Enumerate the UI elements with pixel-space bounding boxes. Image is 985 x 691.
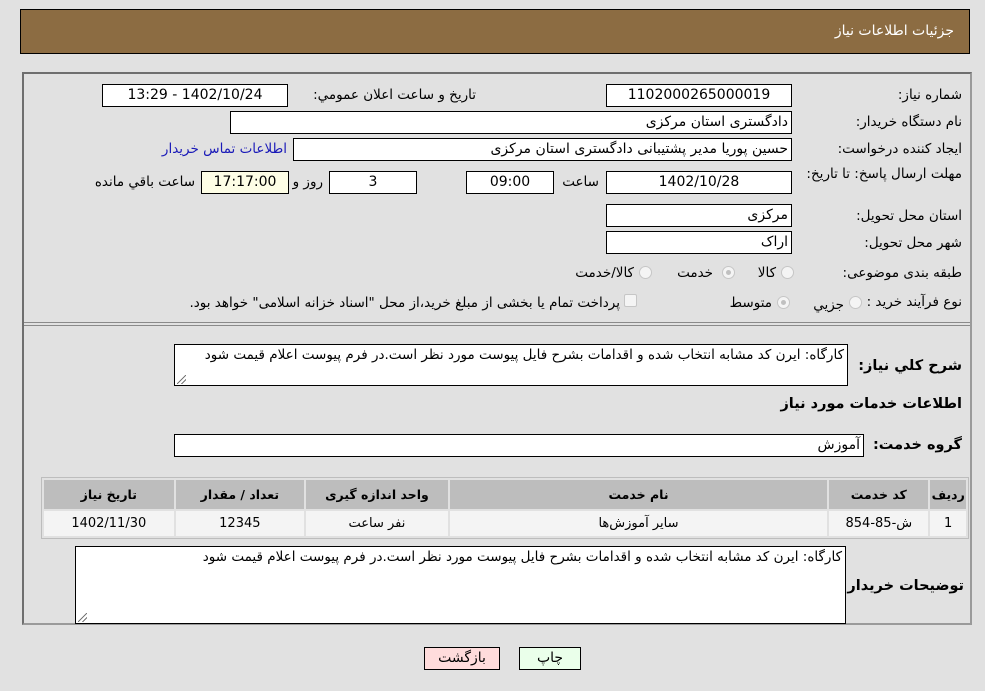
back-button[interactable]: بازگشت [424, 647, 500, 670]
description-textarea[interactable]: کارگاه: ایرن کد مشابه انتخاب شده و اقدام… [174, 344, 848, 386]
cell-quantity: 12345 [175, 511, 305, 536]
service-group-label: گروه خدمت: [872, 437, 962, 453]
description-label: شرح کلي نياز: [858, 358, 962, 374]
remaining-days-label: روز و [292, 174, 323, 190]
resize-grip-icon[interactable] [78, 613, 87, 622]
need-number-field: 1102000265000019 [606, 84, 792, 107]
section-divider [24, 325, 970, 326]
col-need-date: تاريخ نياز [44, 480, 174, 509]
treasury-note: پرداخت تمام يا بخشی از مبلغ خريد،از محل … [189, 295, 620, 311]
buyer-org-field: دادگستری استان مرکزی [230, 111, 792, 134]
buyer-notes-label: توضيحات خريدار: [841, 578, 964, 594]
purchase-option-minor: جزيي [813, 297, 844, 313]
announce-datetime-field: 1402/10/24 - 13:29 [102, 84, 288, 107]
treasury-checkbox[interactable] [624, 294, 637, 307]
page-title: جزئیات اطلاعات نیاز [834, 23, 954, 39]
need-number-label: شماره نیاز: [897, 87, 962, 103]
purchase-radio-medium[interactable] [777, 296, 790, 309]
delivery-province-field: مرکزی [606, 204, 792, 227]
deadline-time-label: ساعت [562, 174, 599, 190]
deadline-date-field: 1402/10/28 [606, 171, 792, 194]
page-header: جزئیات اطلاعات نیاز [20, 9, 970, 54]
description-text: کارگاه: ایرن کد مشابه انتخاب شده و اقدام… [204, 347, 844, 363]
col-unit: واحد اندازه گيری [306, 480, 448, 509]
col-service-code: کد خدمت [829, 480, 929, 509]
cell-unit: نفر ساعت [306, 511, 448, 536]
cell-need-date: 1402/11/30 [44, 511, 174, 536]
deadline-label: مهلت ارسال پاسخ: تا تاريخ: [806, 166, 962, 182]
category-option-service: خدمت [677, 265, 713, 281]
category-radio-goods[interactable] [781, 266, 794, 279]
need-details-panel: شماره نیاز: 1102000265000019 تاريخ و ساع… [22, 72, 972, 625]
category-option-goods-service: کالا/خدمت [575, 265, 634, 281]
category-option-goods: کالا [757, 265, 776, 281]
buyer-contact-link[interactable]: اطلاعات تماس خريدار [162, 141, 287, 157]
table-row: 1 ش-85-854 سایر آموزش‌ها نفر ساعت 12345 … [44, 511, 966, 536]
remaining-time-label: ساعت باقي مانده [94, 174, 195, 190]
cell-row-number: 1 [930, 511, 966, 536]
creator-label: ايجاد کننده درخواست: [837, 141, 962, 157]
table-header-row: رديف کد خدمت نام خدمت واحد اندازه گيری ت… [44, 480, 966, 509]
remaining-days-field: 3 [329, 171, 417, 194]
category-radio-goods-service[interactable] [639, 266, 652, 279]
category-radio-service[interactable] [722, 266, 735, 279]
cell-service-name: سایر آموزش‌ها [449, 511, 828, 536]
buyer-notes-textarea[interactable]: کارگاه: ایرن کد مشابه انتخاب شده و اقدام… [75, 546, 846, 624]
section-divider [24, 322, 970, 323]
buyer-org-label: نام دستگاه خريدار: [855, 114, 962, 130]
col-service-name: نام خدمت [449, 480, 828, 509]
print-button[interactable]: چاپ [519, 647, 581, 670]
services-section-title: اطلاعات خدمات مورد نياز [780, 396, 962, 412]
purchase-type-label: نوع فرآيند خريد : [866, 294, 962, 310]
deadline-time-field: 09:00 [466, 171, 554, 194]
creator-field: حسین پوریا مدیر پشتیبانی دادگستری استان … [293, 138, 792, 161]
buyer-notes-text: کارگاه: ایرن کد مشابه انتخاب شده و اقدام… [202, 549, 842, 565]
announce-datetime-label: تاريخ و ساعت اعلان عمومي: [313, 87, 476, 103]
col-row-number: رديف [930, 480, 966, 509]
service-group-field: آموزش [174, 434, 864, 457]
delivery-city-field: اراک [606, 231, 792, 254]
services-table: رديف کد خدمت نام خدمت واحد اندازه گيری ت… [41, 477, 969, 539]
resize-grip-icon[interactable] [177, 375, 186, 384]
delivery-city-label: شهر محل تحويل: [864, 235, 962, 251]
category-label: طبقه بندی موضوعی: [842, 265, 962, 281]
delivery-province-label: استان محل تحويل: [856, 208, 962, 224]
cell-service-code: ش-85-854 [829, 511, 929, 536]
remaining-time-field: 17:17:00 [201, 171, 289, 194]
purchase-option-medium: متوسط [729, 295, 772, 311]
col-quantity: تعداد / مقدار [175, 480, 305, 509]
purchase-radio-minor[interactable] [849, 296, 862, 309]
